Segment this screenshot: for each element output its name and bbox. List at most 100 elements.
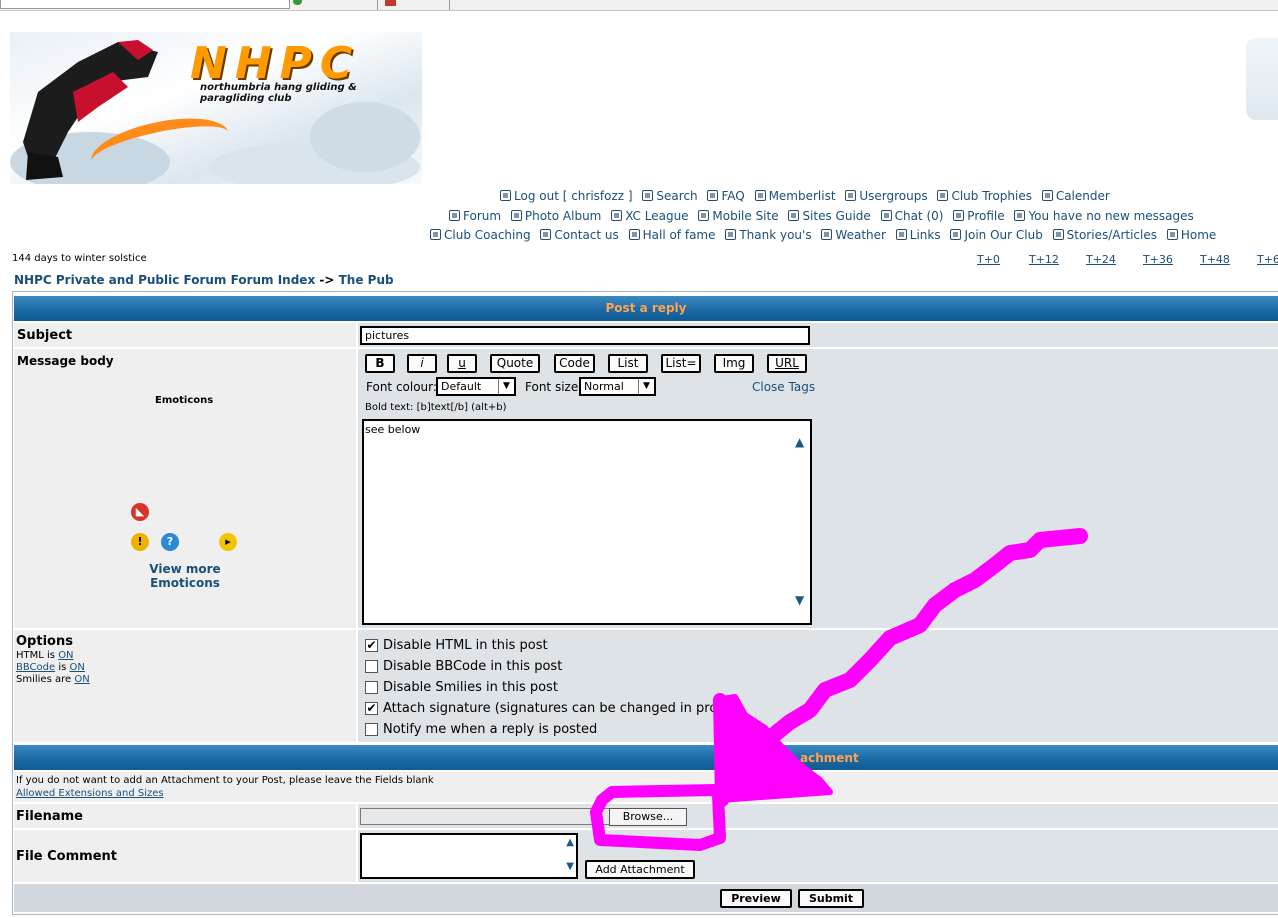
allowed-extensions-link[interactable]: Allowed Extensions and Sizes [16, 788, 164, 799]
smilies-state: ON [74, 674, 90, 685]
time-link[interactable]: T+36 [1143, 253, 1173, 266]
disable-smilies-checkbox[interactable] [365, 681, 378, 694]
nav-label: Weather [835, 228, 886, 242]
question-emoticon-icon[interactable]: ? [161, 533, 179, 551]
nav-link-links[interactable]: Links [895, 228, 941, 242]
subject-input[interactable]: pictures [360, 326, 810, 345]
disable-bbcode-label: Disable BBCode in this post [383, 659, 563, 674]
nav-link-thank-yous[interactable]: Thank you's [725, 228, 812, 242]
exclamation-emoticon-icon[interactable]: ! [131, 533, 149, 551]
ordered-list-button[interactable]: List= [661, 354, 701, 373]
nav-link-usergroups[interactable]: Usergroups [845, 189, 928, 203]
browser-tab-icon[interactable] [385, 0, 396, 6]
post-reply-header: Post a reply [14, 296, 1278, 321]
nav-label: Memberlist [768, 189, 836, 203]
nav-link-contact-us[interactable]: Contact us [540, 228, 619, 242]
image-button[interactable]: Img [714, 354, 754, 373]
site-logo[interactable]: NHPC northumbria hang gliding & paraglid… [10, 32, 422, 184]
font-colour-select[interactable]: Default ▼ [436, 377, 516, 396]
nav-link-club-trophies[interactable]: Club Trophies [937, 189, 1032, 203]
nav-link-join-our-club[interactable]: Join Our Club [950, 228, 1043, 242]
snow-decoration [310, 102, 420, 172]
message-textarea[interactable]: see below ▲ ▼ [362, 419, 812, 625]
nav-label: Club Coaching [444, 228, 531, 242]
nav-link-xc-league[interactable]: XC League [611, 209, 689, 223]
nav-label: Calender [1055, 189, 1110, 203]
bold-button[interactable]: B [365, 354, 395, 373]
time-link[interactable]: T+12 [1029, 253, 1059, 266]
disable-bbcode-checkbox[interactable] [365, 660, 378, 673]
view-more-text: Emoticons [150, 576, 220, 590]
nav-link-club-coaching[interactable]: Club Coaching [430, 228, 531, 242]
bbcode-status: BBCode is ON [16, 662, 85, 673]
nav-link-weather[interactable]: Weather [821, 228, 886, 242]
submit-button[interactable]: Submit [798, 889, 864, 908]
underline-button[interactable]: u [447, 354, 477, 373]
time-link[interactable]: T+0 [977, 253, 1000, 266]
close-tags-link[interactable]: Close Tags [752, 380, 815, 394]
nav-link-mobile-site[interactable]: Mobile Site [698, 209, 779, 223]
profile-icon [953, 210, 965, 221]
code-button[interactable]: Code [554, 354, 595, 373]
address-bar[interactable] [0, 0, 290, 9]
breadcrumb-current[interactable]: The Pub [339, 273, 394, 287]
nav-label: Mobile Site [712, 209, 779, 223]
nav-label: Stories/Articles [1066, 228, 1157, 242]
checkbox-icon [937, 190, 949, 201]
nav-label: Profile [967, 209, 1005, 223]
attach-signature-checkbox[interactable]: ✔ [365, 702, 378, 715]
nav-link-sites-guide[interactable]: Sites Guide [788, 209, 871, 223]
attachment-header: achment [14, 745, 1278, 770]
search-icon [642, 190, 654, 201]
arrow-emoticon-icon[interactable]: ▸ [219, 533, 237, 551]
chevron-down-icon[interactable]: ▼ [795, 593, 804, 607]
browser-tab-icon[interactable] [293, 0, 302, 5]
nav-link-faq[interactable]: FAQ [707, 189, 745, 203]
nav-label: XC League [625, 209, 689, 223]
chevron-down-icon[interactable]: ▼ [566, 861, 574, 872]
nav-link-forum[interactable]: Forum [449, 209, 501, 223]
nav-link-stories-articles[interactable]: Stories/Articles [1052, 228, 1157, 242]
view-more-emoticons-link[interactable]: View more Emoticons [140, 562, 230, 590]
url-button[interactable]: URL [767, 354, 807, 373]
options-label: Options [16, 634, 73, 649]
notify-reply-checkbox[interactable] [365, 723, 378, 736]
time-link[interactable]: T+6 [1257, 253, 1278, 266]
nav-link-home[interactable]: Home [1166, 228, 1217, 242]
file-comment-textarea[interactable]: ▲ ▼ [360, 833, 578, 879]
nav-link-photo-album[interactable]: Photo Album [510, 209, 601, 223]
nav-label: Home [1180, 228, 1217, 242]
attachment-info: If you do not want to add an Attachment … [16, 775, 434, 786]
header-snow-decoration [1246, 38, 1278, 120]
nav-link-search[interactable]: Search [642, 189, 698, 203]
filename-input[interactable] [360, 808, 610, 825]
breadcrumb-forum-index[interactable]: NHPC Private and Public Forum Forum Inde… [14, 273, 315, 287]
disable-html-checkbox[interactable]: ✔ [365, 639, 378, 652]
nav-link-logout[interactable]: Log out [ chrisfozz ] [500, 189, 633, 203]
time-link[interactable]: T+24 [1086, 253, 1116, 266]
chevron-up-icon[interactable]: ▲ [795, 435, 804, 449]
nav-link-memberlist[interactable]: Memberlist [754, 189, 836, 203]
bbcode-link[interactable]: BBCode [16, 662, 55, 673]
checkbox-icon [950, 229, 962, 240]
nav-link-chat[interactable]: Chat (0) [880, 209, 943, 223]
browse-button[interactable]: Browse... [609, 808, 687, 826]
memberlist-icon [754, 190, 766, 201]
add-attachment-button[interactable]: Add Attachment [585, 860, 695, 879]
chevron-up-icon[interactable]: ▲ [566, 837, 574, 848]
preview-button[interactable]: Preview [720, 889, 792, 908]
time-link[interactable]: T+48 [1200, 253, 1230, 266]
italic-button[interactable]: i [407, 354, 437, 373]
textarea-scrollbar[interactable]: ▲ ▼ [792, 421, 810, 623]
nav-link-profile[interactable]: Profile [953, 209, 1005, 223]
nav-link-messages[interactable]: You have no new messages [1014, 209, 1194, 223]
devil-emoticon-icon[interactable]: ◣ [131, 503, 149, 521]
filename-label: Filename [16, 809, 83, 824]
emoticons-label: Emoticons [155, 395, 214, 406]
nav-link-calender[interactable]: Calender [1041, 189, 1110, 203]
font-size-select[interactable]: Normal ▼ [579, 377, 656, 396]
list-button[interactable]: List [608, 354, 648, 373]
html-status-text: HTML is [16, 650, 55, 661]
quote-button[interactable]: Quote [490, 354, 540, 373]
nav-link-hall-of-fame[interactable]: Hall of fame [628, 228, 716, 242]
